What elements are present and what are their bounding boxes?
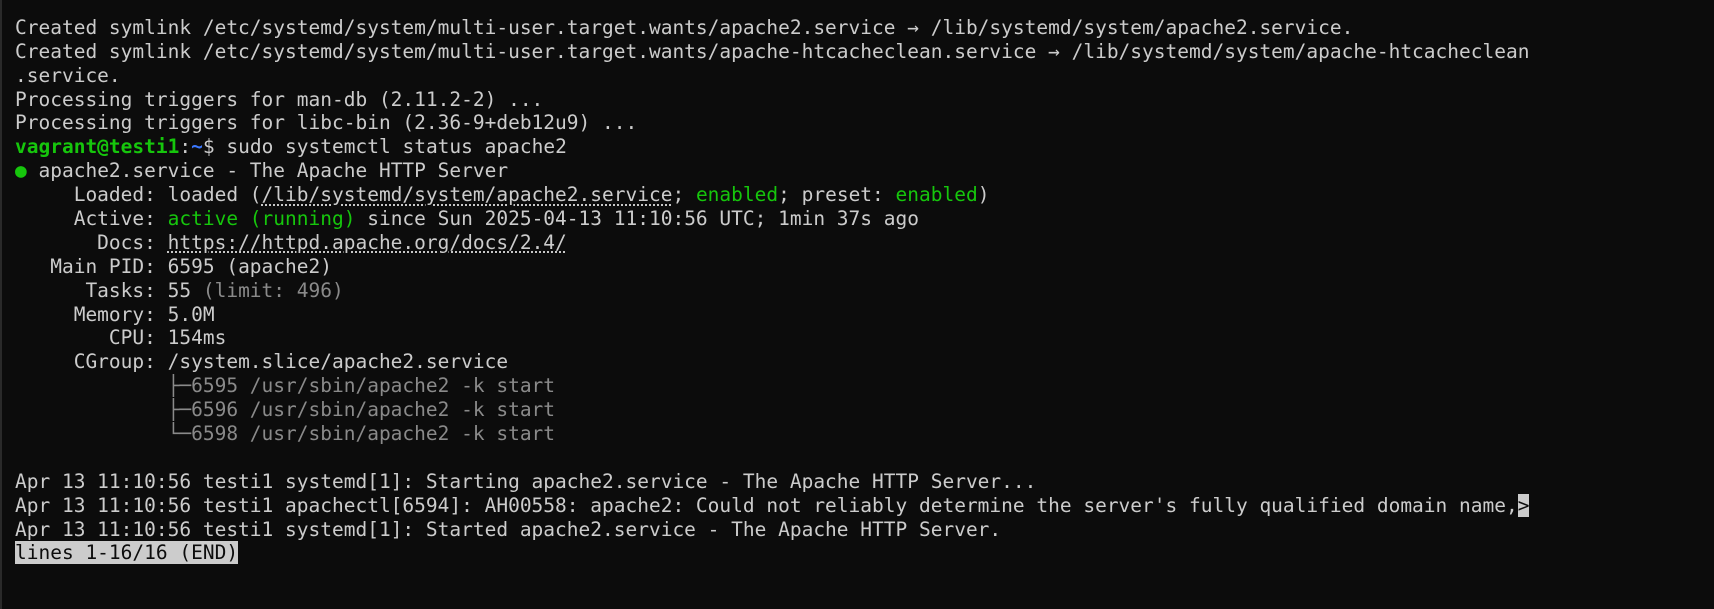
memory-line: Memory: 5.0M bbox=[15, 303, 1710, 327]
docs-label: Docs: bbox=[15, 230, 168, 254]
output-line: Processing triggers for man-db (2.11.2-2… bbox=[15, 87, 544, 111]
output-line: .service. bbox=[15, 63, 121, 87]
pager-status-line: lines 1-16/16 (END) bbox=[15, 541, 1710, 565]
cgroup-line: CGroup: /system.slice/apache2.service bbox=[15, 350, 1710, 374]
docs-link[interactable]: https://httpd.apache.org/docs/2.4/ bbox=[168, 231, 567, 254]
tasks-value: 55 bbox=[167, 278, 192, 302]
output-line: Created symlink /etc/systemd/system/mult… bbox=[15, 15, 1354, 39]
close-paren: ) bbox=[977, 183, 990, 207]
prompt-symbol: $ bbox=[202, 135, 227, 159]
process-tree-item: └─6598 /usr/sbin/apache2 -k start bbox=[15, 422, 556, 446]
journal-log-line: Apr 13 11:10:56 testi1 systemd[1]: Start… bbox=[15, 517, 1002, 541]
tasks-label: Tasks: bbox=[15, 278, 168, 302]
docs-line: Docs: https://httpd.apache.org/docs/2.4/ bbox=[15, 231, 1710, 255]
tasks-limit: (limit: 496) bbox=[191, 278, 344, 302]
loaded-state: loaded ( bbox=[167, 183, 262, 207]
service-status-dot-icon: ● bbox=[15, 159, 27, 183]
process-tree-item: ├─6595 /usr/sbin/apache2 -k start bbox=[15, 374, 556, 398]
journal-log-text: Apr 13 11:10:56 testi1 apachectl[6594]: … bbox=[15, 493, 1518, 517]
cpu-value: 154ms bbox=[167, 326, 227, 350]
prompt-separator: : bbox=[179, 135, 192, 159]
loaded-line: Loaded: loaded (/lib/systemd/system/apac… bbox=[15, 183, 1710, 207]
output-line: Processing triggers for libc-bin (2.36-9… bbox=[15, 111, 638, 135]
pager-status: lines 1-16/16 (END) bbox=[15, 541, 239, 565]
partial-line bbox=[15, 0, 1710, 16]
journal-log-line: Apr 13 11:10:56 testi1 systemd[1]: Start… bbox=[15, 469, 1037, 493]
service-title: apache2.service - The Apache HTTP Server bbox=[26, 159, 509, 183]
memory-value: 5.0M bbox=[167, 302, 215, 326]
cpu-line: CPU: 154ms bbox=[15, 326, 1710, 350]
cpu-label: CPU: bbox=[15, 326, 168, 350]
service-header: ● apache2.service - The Apache HTTP Serv… bbox=[15, 159, 1710, 183]
tasks-line: Tasks: 55 (limit: 496) bbox=[15, 279, 1710, 303]
loaded-label: Loaded: bbox=[15, 183, 168, 207]
truncation-indicator-icon: > bbox=[1517, 493, 1530, 517]
prompt-path: ~ bbox=[191, 135, 203, 159]
process-tree-item: ├─6596 /usr/sbin/apache2 -k start bbox=[15, 398, 556, 422]
unit-file-path: /lib/systemd/system/apache2.service bbox=[261, 183, 673, 207]
prompt-command: sudo systemctl status apache2 bbox=[226, 135, 567, 159]
prompt-user-host: vagrant@testi1 bbox=[15, 135, 180, 159]
active-since: since Sun 2025-04-13 11:10:56 UTC; 1min … bbox=[355, 207, 919, 231]
main-pid-label: Main PID: bbox=[15, 254, 168, 278]
main-pid-value: 6595 (apache2) bbox=[167, 254, 332, 278]
cgroup-value: /system.slice/apache2.service bbox=[167, 350, 509, 374]
cgroup-label: CGroup: bbox=[15, 350, 168, 374]
enabled-state: enabled bbox=[695, 183, 779, 207]
journal-log-line: Apr 13 11:10:56 testi1 apachectl[6594]: … bbox=[15, 493, 1710, 518]
command-prompt-line: vagrant@testi1:~$ sudo systemctl status … bbox=[15, 135, 1710, 159]
terminal-output[interactable]: Created symlink /etc/systemd/system/mult… bbox=[0, 0, 1714, 609]
memory-label: Memory: bbox=[15, 302, 168, 326]
active-line: Active: active (running) since Sun 2025-… bbox=[15, 207, 1710, 231]
preset-state: enabled bbox=[895, 183, 978, 207]
loaded-separator: ; bbox=[672, 183, 696, 207]
preset-text: ; preset: bbox=[778, 183, 896, 207]
active-state: active (running) bbox=[167, 207, 356, 231]
active-label: Active: bbox=[15, 207, 168, 231]
main-pid-line: Main PID: 6595 (apache2) bbox=[15, 255, 1710, 279]
output-line: Created symlink /etc/systemd/system/mult… bbox=[15, 39, 1530, 63]
